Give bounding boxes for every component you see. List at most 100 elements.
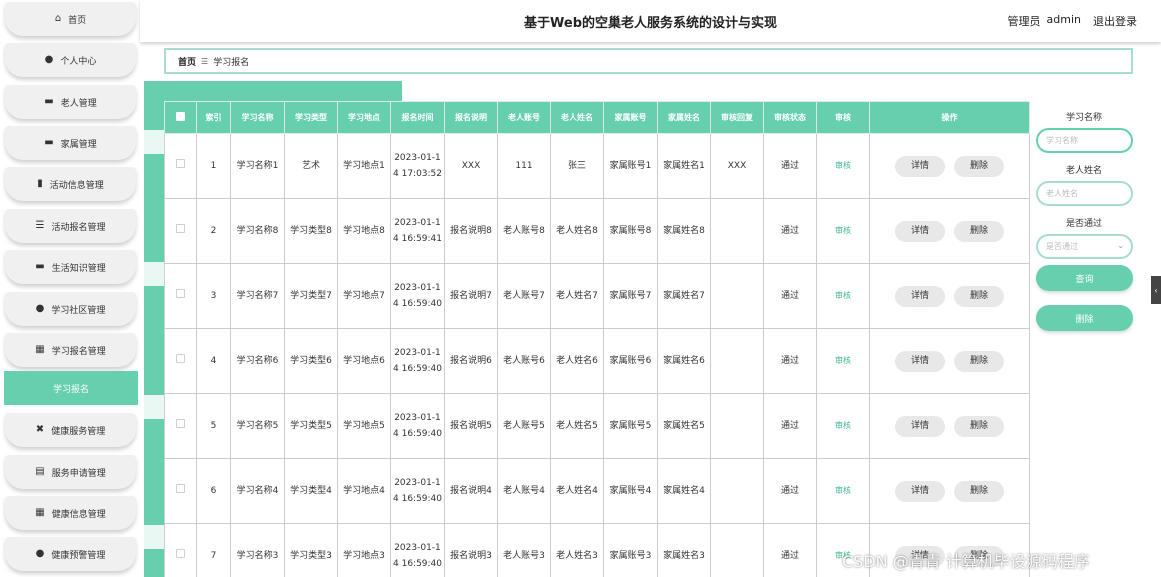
grid-icon: ▦ <box>35 507 45 518</box>
delete-button[interactable]: 删除 <box>954 155 1004 177</box>
chart-icon: ▮ <box>37 178 43 189</box>
study-name-input[interactable]: 学习名称 <box>1036 128 1133 153</box>
sidebar-item-activity-signup[interactable]: ☰ 活动报名管理 <box>5 209 136 243</box>
row-checkbox[interactable] <box>164 523 197 577</box>
audit-link[interactable]: 审核 <box>835 421 851 430</box>
sidebar-item-label: 老人管理 <box>60 98 97 109</box>
delete-button[interactable]: 删除 <box>954 285 1004 307</box>
delete-button[interactable]: 删除 <box>954 350 1004 372</box>
cell-elder-account: 老人账号6 <box>497 328 551 394</box>
cell-family-name: 家属姓名8 <box>657 198 711 264</box>
sidebar-item-profile[interactable]: ● 个人中心 <box>5 43 136 77</box>
cell-name: 学习名称6 <box>230 328 285 394</box>
row-checkbox[interactable] <box>164 198 197 264</box>
sidebar-item-study-community[interactable]: ● 学习社区管理 <box>5 292 136 326</box>
row-checkbox[interactable] <box>164 263 197 329</box>
monitor-icon: ▬ <box>35 261 45 272</box>
diagonal-decoration <box>144 130 164 154</box>
row-checkbox[interactable] <box>164 328 197 394</box>
cell-time: 2023-01-14 16:59:40 <box>390 458 445 524</box>
column-header: 报名说明 <box>444 101 498 134</box>
column-header: 审核状态 <box>763 101 817 134</box>
sidebar-item-activity-info[interactable]: ▮ 活动信息管理 <box>5 167 136 201</box>
audit-link[interactable]: 审核 <box>835 291 851 300</box>
pass-status-select[interactable]: 是否通过 ⌄ <box>1036 234 1133 259</box>
sidebar-item-elder[interactable]: ▬ 老人管理 <box>5 85 136 119</box>
cell-time: 2023-01-14 16:59:40 <box>390 263 445 329</box>
sidebar-item-life-knowledge[interactable]: ▬ 生活知识管理 <box>5 250 136 284</box>
batch-delete-button[interactable]: 删除 <box>1036 305 1133 331</box>
detail-button[interactable]: 详情 <box>895 350 945 372</box>
data-table: 索引 学习名称 学习类型 学习地点 报名时间 报名说明 老人账号 老人姓名 家属… <box>164 101 1030 577</box>
sidebar-item-study-signup[interactable]: ▦ 学习报名管理 <box>5 333 136 367</box>
document-icon: ▤ <box>35 466 45 477</box>
sidebar-subitem-study-signup[interactable]: 学习报名 <box>4 371 138 405</box>
cell-place: 学习地点7 <box>337 263 391 329</box>
operations-cell: 详情 删除 <box>869 393 1030 459</box>
collapse-handle-icon[interactable]: ‹ <box>1151 276 1161 304</box>
table-row: 1 学习名称1 艺术 学习地点1 2023-01-14 17:03:52 XXX 111 张三… <box>164 133 1030 199</box>
detail-button[interactable]: 详情 <box>895 415 945 437</box>
logout-link[interactable]: 退出登录 <box>1093 13 1137 29</box>
audit-cell: 审核 <box>816 393 870 459</box>
sidebar-item-service-apply[interactable]: ▤ 服务申请管理 <box>5 455 136 489</box>
row-checkbox[interactable] <box>164 458 197 524</box>
cell-type: 学习类型8 <box>284 198 338 264</box>
sidebar: ⌂ 首页 ● 个人中心 ▬ 老人管理 ▬ 家属管理 ▮ 活动信息管理 ☰ 活动报… <box>0 0 140 577</box>
cell-family-account: 家属账号6 <box>603 328 658 394</box>
cell-reply <box>710 458 764 524</box>
study-name-label: 学习名称 <box>1065 113 1102 123</box>
elder-name-label: 老人姓名 <box>1065 166 1102 176</box>
cell-desc: 报名说明5 <box>444 393 498 459</box>
cell-elder-name: 张三 <box>550 133 604 199</box>
sidebar-item-home[interactable]: ⌂ 首页 <box>5 2 136 36</box>
cell-elder-name: 老人姓名4 <box>550 458 604 524</box>
green-decoration-strip <box>144 103 164 577</box>
detail-button[interactable]: 详情 <box>895 155 945 177</box>
elder-name-input[interactable]: 老人姓名 <box>1036 181 1133 206</box>
cell-elder-name: 老人姓名3 <box>550 523 604 577</box>
role-label: 管理员 <box>1007 15 1041 28</box>
cell-family-name: 家属姓名6 <box>657 328 711 394</box>
chevron-down-icon: ⌄ <box>1117 241 1124 250</box>
breadcrumb-home[interactable]: 首页 <box>178 55 196 68</box>
audit-link[interactable]: 审核 <box>835 486 851 495</box>
delete-button[interactable]: 删除 <box>954 415 1004 437</box>
column-header: 报名时间 <box>390 101 445 134</box>
cell-status: 通过 <box>763 393 817 459</box>
sidebar-item-health-service[interactable]: ✖ 健康服务管理 <box>5 413 136 447</box>
audit-cell: 审核 <box>816 328 870 394</box>
detail-button[interactable]: 详情 <box>895 480 945 502</box>
cell-status: 通过 <box>763 198 817 264</box>
user-icon: ● <box>35 548 45 559</box>
audit-link[interactable]: 审核 <box>835 161 851 170</box>
home-icon: ⌂ <box>54 13 62 24</box>
delete-button[interactable]: 删除 <box>954 220 1004 242</box>
detail-button[interactable]: 详情 <box>895 220 945 242</box>
top-bar: 基于Web的空巢老人服务系统的设计与实现 管理员 admin 退出登录 <box>140 0 1161 42</box>
detail-button[interactable]: 详情 <box>895 285 945 307</box>
cell-index: 6 <box>196 458 231 524</box>
sidebar-item-family[interactable]: ▬ 家属管理 <box>5 126 136 160</box>
cell-desc: XXX <box>444 133 498 199</box>
delete-button[interactable]: 删除 <box>954 480 1004 502</box>
sidebar-item-label: 服务申请管理 <box>51 468 106 479</box>
table-row: 3 学习名称7 学习类型7 学习地点7 2023-01-14 16:59:40 报名说明7… <box>164 263 1030 329</box>
audit-cell: 审核 <box>816 263 870 329</box>
query-button[interactable]: 查询 <box>1036 265 1133 291</box>
audit-link[interactable]: 审核 <box>835 226 851 235</box>
cell-place: 学习地点6 <box>337 328 391 394</box>
cell-elder-account: 老人账号4 <box>497 458 551 524</box>
cell-index: 7 <box>196 523 231 577</box>
cell-desc: 报名说明4 <box>444 458 498 524</box>
select-all-checkbox[interactable] <box>164 101 197 134</box>
row-checkbox[interactable] <box>164 133 197 199</box>
audit-cell: 审核 <box>816 133 870 199</box>
audit-link[interactable]: 审核 <box>835 356 851 365</box>
operations-cell: 详情 删除 <box>869 133 1030 199</box>
cell-elder-name: 老人姓名7 <box>550 263 604 329</box>
sidebar-item-health-alert[interactable]: ● 健康预警管理 <box>5 537 136 571</box>
table-row: 5 学习名称5 学习类型5 学习地点5 2023-01-14 16:59:40 报名说明5… <box>164 393 1030 459</box>
sidebar-item-health-info[interactable]: ▦ 健康信息管理 <box>5 496 136 530</box>
row-checkbox[interactable] <box>164 393 197 459</box>
